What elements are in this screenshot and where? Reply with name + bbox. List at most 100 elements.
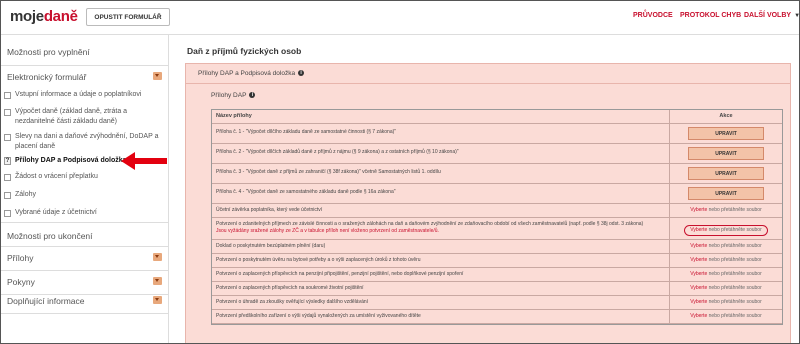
- select-file-link[interactable]: Vyberte: [690, 207, 707, 213]
- attachment-name: Příloha č. 3 - "Výpočet daně z příjmů ze…: [212, 164, 670, 183]
- attachment-name: Potvrzení o zdanitelných příjmech ze záv…: [212, 218, 670, 239]
- collapse-toggle-icon[interactable]: [153, 253, 162, 261]
- subsection-title: Přílohy DAP i: [211, 92, 256, 99]
- logo[interactable]: mojedaně: [10, 8, 78, 25]
- logo-moje: moje: [10, 8, 44, 25]
- page-title: Daň z příjmů fyzických osob: [187, 46, 302, 56]
- sidebar-item-zalohy[interactable]: Zálohy: [15, 190, 161, 200]
- sidebar-item-vybrane-udaje[interactable]: Vybrané údaje z účetnictví: [15, 208, 161, 218]
- warning-note: Jsou vyžádány sražené zálohy ze ZČ a v t…: [216, 228, 439, 234]
- sidebar-item-vypocet-dane[interactable]: Výpočet daně (základ daně, ztráta a nezd…: [15, 107, 161, 127]
- attachment-action: UPRAVIT: [670, 184, 782, 203]
- select-file-link[interactable]: Vyberte: [690, 299, 707, 305]
- sidebar-item-vstupni-informace[interactable]: Vstupní informace a údaje o poplatníkovi: [15, 90, 161, 100]
- attachment-upload: Vyberte nebo přetáhněte soubor: [670, 310, 782, 323]
- drag-file-hint: nebo přetáhněte soubor: [708, 271, 762, 277]
- top-header: mojedaně OPUSTIT FORMULÁŘ PRŮVODCE PROTO…: [1, 1, 800, 35]
- table-row: Potvrzení o zaplacených příspěvcích na s…: [212, 282, 782, 296]
- caret-down-icon: ▼: [794, 13, 800, 19]
- sidebar: Možnosti pro vyplnění Elektronický formu…: [1, 35, 169, 343]
- sidebar-item-slevy-na-dani[interactable]: Slevy na dani a daňové zvýhodnění, DoDAP…: [15, 132, 161, 152]
- attachment-name: Potvrzení o úhradě za zkoušky ověřující …: [212, 296, 670, 309]
- edit-button[interactable]: UPRAVIT: [688, 127, 764, 140]
- attachment-upload: Vyberte nebo přetáhněte soubor: [670, 254, 782, 267]
- info-icon[interactable]: i: [298, 70, 305, 77]
- drag-file-hint: nebo přetáhněte soubor: [708, 299, 762, 305]
- collapse-toggle-icon[interactable]: [153, 296, 162, 304]
- drag-file-hint: nebo přetáhněte soubor: [708, 285, 762, 291]
- checkbox-icon[interactable]: [4, 109, 11, 116]
- attachment-name: Potvrzení o poskytnutém úvěru na bytové …: [212, 254, 670, 267]
- edit-button[interactable]: UPRAVIT: [688, 147, 764, 160]
- select-file-link[interactable]: Vyberte: [690, 227, 707, 233]
- table-row: Příloha č. 1 - "Výpočet dílčího základu …: [212, 124, 782, 144]
- drag-file-hint: nebo přetáhněte soubor: [708, 227, 762, 233]
- table-row: Doklad o poskytnutém bezúplatném plnění …: [212, 240, 782, 254]
- table-row: Příloha č. 3 - "Výpočet daně z příjmů ze…: [212, 164, 782, 184]
- section-pokyny[interactable]: Pokyny: [7, 277, 35, 287]
- attachment-upload: Vyberte nebo přetáhněte soubor: [670, 268, 782, 281]
- edit-button[interactable]: UPRAVIT: [688, 187, 764, 200]
- attachment-upload: Vyberte nebo přetáhněte soubor: [670, 282, 782, 295]
- checkbox-icon[interactable]: [4, 92, 11, 99]
- select-file-link[interactable]: Vyberte: [690, 257, 707, 263]
- divider: [1, 246, 169, 247]
- select-file-link[interactable]: Vyberte: [690, 271, 707, 277]
- section-elektronicky-formular[interactable]: Elektronický formulář: [7, 72, 86, 82]
- attachments-table: Název přílohy Akce Příloha č. 1 - "Výpoč…: [211, 109, 783, 325]
- table-row: Potvrzení o zaplacených příspěvcích na p…: [212, 268, 782, 282]
- checkbox-icon[interactable]: [4, 210, 11, 217]
- main-content: Daň z příjmů fyzických osob Přílohy DAP …: [169, 35, 799, 343]
- highlight-circle: Vyberte nebo přetáhněte soubor: [684, 225, 768, 236]
- sidebar-item-zadost-o-vraceni[interactable]: Žádost o vrácení přeplatku: [15, 172, 161, 182]
- select-file-link[interactable]: Vyberte: [690, 313, 707, 319]
- table-row: Potvrzení o úhradě za zkoušky ověřující …: [212, 296, 782, 310]
- checkbox-icon[interactable]: [4, 174, 11, 181]
- nav-dalsi-volby-label: DALŠÍ VOLBY: [744, 12, 792, 19]
- section-doplnujici-informace[interactable]: Doplňující informace: [7, 296, 84, 306]
- attachment-upload: Vyberte nebo přetáhněte soubor: [670, 218, 782, 239]
- nav-protokol-chyb[interactable]: PROTOKOL CHYB: [680, 12, 741, 19]
- attachment-upload: Vyberte nebo přetáhněte soubor: [670, 240, 782, 253]
- section-prilohy[interactable]: Přílohy: [7, 253, 33, 263]
- attachment-name: Účetní závěrka poplatníka, který vede úč…: [212, 204, 670, 217]
- column-header-name: Název přílohy: [212, 110, 670, 123]
- collapse-toggle-icon[interactable]: [153, 72, 162, 80]
- select-file-link[interactable]: Vyberte: [690, 243, 707, 249]
- attachment-upload: Vyberte nebo přetáhněte soubor: [670, 296, 782, 309]
- info-icon[interactable]: i: [249, 92, 256, 99]
- attachment-action: UPRAVIT: [670, 164, 782, 183]
- column-header-action: Akce: [719, 113, 733, 119]
- divider: [1, 270, 169, 271]
- table-row: Účetní závěrka poplatníka, který vede úč…: [212, 204, 782, 218]
- attachment-action: UPRAVIT: [670, 144, 782, 163]
- drag-file-hint: nebo přetáhněte soubor: [708, 257, 762, 263]
- nav-pruvodce[interactable]: PRŮVODCE: [633, 12, 673, 19]
- panel-title: Přílohy DAP a Podpisová doložka: [198, 70, 296, 77]
- edit-button[interactable]: UPRAVIT: [688, 167, 764, 180]
- attachment-name: Potvrzení o zaplacených příspěvcích na s…: [212, 282, 670, 295]
- section-moznosti-ukonceni: Možnosti pro ukončení: [7, 231, 93, 241]
- collapse-toggle-icon[interactable]: [153, 277, 162, 285]
- question-mark-icon: ?: [4, 157, 11, 165]
- attachment-action: UPRAVIT: [670, 124, 782, 143]
- divider: [1, 65, 169, 66]
- panel-header: Přílohy DAP a Podpisová doložka i: [186, 64, 790, 84]
- attachment-name: Příloha č. 4 - "Výpočet daně ze samostat…: [212, 184, 670, 203]
- logo-dane: daně: [43, 8, 78, 25]
- table-row: Potvrzení o poskytnutém úvěru na bytové …: [212, 254, 782, 268]
- attachment-name-text: Potvrzení o zdanitelných příjmech ze záv…: [216, 221, 644, 227]
- table-header-row: Název přílohy Akce: [212, 110, 782, 124]
- attachment-name: Doklad o poskytnutém bezúplatném plnění …: [212, 240, 670, 253]
- select-file-link[interactable]: Vyberte: [690, 285, 707, 291]
- checkbox-icon[interactable]: [4, 134, 11, 141]
- close-form-button[interactable]: OPUSTIT FORMULÁŘ: [86, 8, 170, 26]
- nav-dalsi-volby[interactable]: DALŠÍ VOLBY ▼: [744, 12, 800, 19]
- attachment-name: Potvrzení o zaplacených příspěvcích na p…: [212, 268, 670, 281]
- section-moznosti-vyplneni: Možnosti pro vyplnění: [7, 47, 90, 57]
- divider: [1, 294, 169, 295]
- attachment-name: Příloha č. 1 - "Výpočet dílčího základu …: [212, 124, 670, 143]
- attachments-panel: Přílohy DAP a Podpisová doložka i Přílohy…: [185, 63, 791, 343]
- checkbox-icon[interactable]: [4, 192, 11, 199]
- drag-file-hint: nebo přetáhněte soubor: [708, 313, 762, 319]
